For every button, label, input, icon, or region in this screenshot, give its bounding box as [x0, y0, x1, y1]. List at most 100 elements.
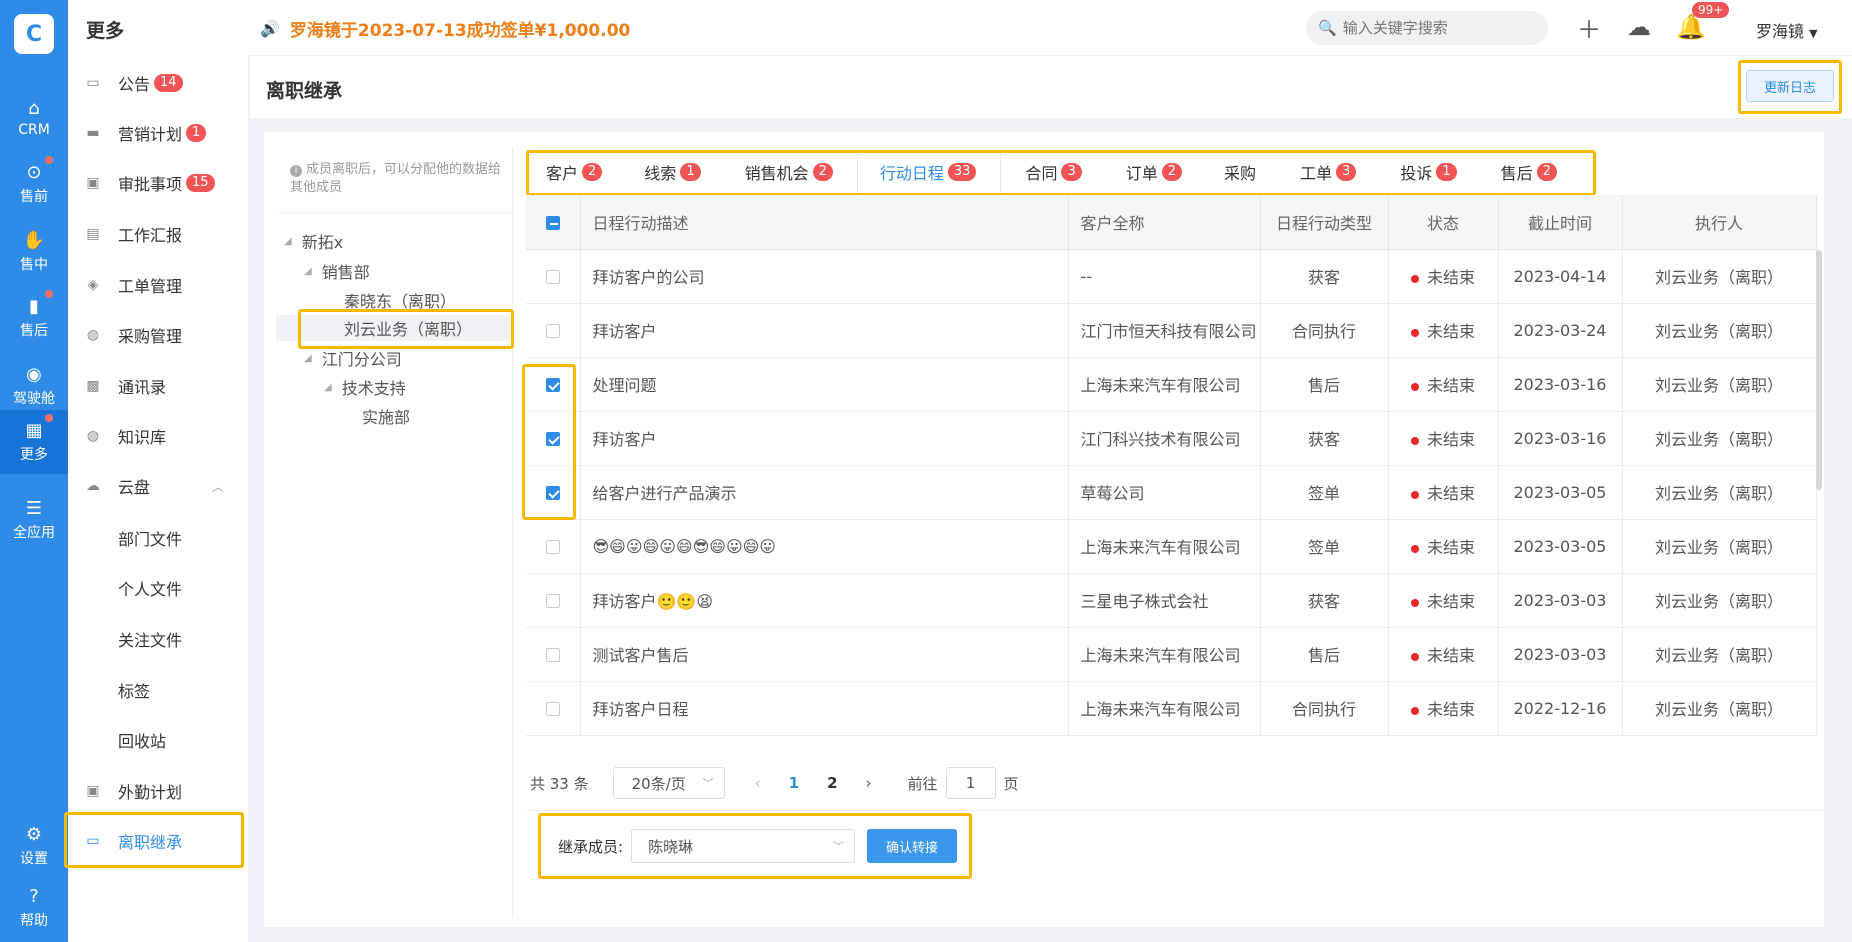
menu-item-contacts[interactable]: ▩ 通讯录 — [68, 366, 248, 406]
cell-due: 2023-03-24 — [1498, 303, 1623, 358]
row-checkbox-cell[interactable] — [526, 573, 581, 628]
menu-item-tags[interactable]: 标签 — [68, 670, 248, 710]
menu-item-report[interactable]: ▤ 工作汇报 — [68, 214, 248, 254]
row-checkbox-cell[interactable] — [526, 627, 581, 682]
table-scrollbar[interactable] — [1816, 250, 1822, 490]
row-checkbox[interactable] — [545, 702, 560, 716]
col-header-due[interactable]: 截止时间 — [1498, 195, 1623, 250]
status-text: 未结束 — [1426, 484, 1475, 503]
col-header-owner[interactable]: 执行人 — [1622, 195, 1817, 250]
rail-label: 售后 — [20, 323, 48, 339]
page-size-value: 20条/页 — [631, 774, 686, 793]
tree-node-company[interactable]: ◢ 新拓x — [284, 228, 343, 254]
page-2[interactable]: 2 — [827, 774, 837, 792]
menu-item-personal-files[interactable]: 个人文件 — [68, 568, 248, 608]
table-row[interactable]: 拜访客户 江门市恒天科技有限公司 合同执行 未结束 2023-03-24 刘云业务（离职） — [526, 303, 1817, 358]
menu-item-announcement[interactable]: ▭ 公告 14 — [68, 63, 248, 103]
menu-item-knowledge[interactable]: ◍ 知识库 — [68, 416, 248, 456]
calendar-icon: ▣ — [86, 783, 100, 799]
next-page-icon[interactable]: › — [866, 774, 872, 792]
cell-owner: 刘云业务（离职） — [1622, 681, 1817, 736]
col-header-type[interactable]: 日程行动类型 — [1260, 195, 1389, 250]
row-checkbox-cell[interactable] — [526, 249, 581, 304]
table-row[interactable]: 😎😄😛😄😛😄😎😄😛😄😛 上海未来汽车有限公司 签单 未结束 2023-03-05 刘云业务… — [526, 519, 1817, 574]
col-header-customer[interactable]: 客户全称 — [1068, 195, 1261, 250]
menu-item-workorder[interactable]: ◈ 工单管理 — [68, 265, 248, 305]
rail-item-all-apps[interactable]: ☰ 全应用 — [0, 488, 68, 552]
notice-banner[interactable]: 🔊 罗海镜于2023-07-13成功签单¥1,000.00 — [260, 16, 630, 41]
highlight-frame — [538, 813, 972, 879]
table-row[interactable]: 处理问题 上海未来汽车有限公司 售后 未结束 2023-03-16 刘云业务（离职） — [526, 357, 1817, 412]
cell-owner: 刘云业务（离职） — [1622, 357, 1817, 412]
row-checkbox[interactable] — [545, 324, 560, 338]
cell-status: 未结束 — [1388, 519, 1499, 574]
table-row[interactable]: 拜访客户日程 上海未来汽车有限公司 合同执行 未结束 2022-12-16 刘云业务（离职… — [526, 681, 1817, 736]
menu-item-dept-files[interactable]: 部门文件 — [68, 518, 248, 558]
menu-item-approval[interactable]: ▣ 审批事项 15 — [68, 163, 248, 203]
table-header: 日程行动描述 客户全称 日程行动类型 状态 截止时间 执行人 — [526, 195, 1817, 250]
cell-desc: 😎😄😛😄😛😄😎😄😛😄😛 — [580, 519, 1069, 574]
col-header-desc[interactable]: 日程行动描述 — [580, 195, 1069, 250]
table-row[interactable]: 拜访客户 江门科兴技术有限公司 获客 未结束 2023-03-16 刘云业务（离职） — [526, 411, 1817, 466]
page-size-select[interactable]: 20条/页 ﹀ — [612, 767, 725, 799]
menu-label: 审批事项 — [118, 175, 183, 194]
cell-owner: 刘云业务（离职） — [1622, 303, 1817, 358]
rail-item-presale[interactable]: ⊙ 售前 — [0, 152, 68, 216]
rail-item-aftersale[interactable]: ▮ 售后 — [0, 286, 68, 350]
menu-item-followed-files[interactable]: 关注文件 — [68, 619, 248, 659]
menu-item-purchase[interactable]: ◍ 采购管理 — [68, 315, 248, 355]
prev-page-icon[interactable]: ‹ — [755, 774, 761, 792]
checkbox[interactable] — [545, 215, 560, 230]
row-checkbox[interactable] — [545, 540, 560, 554]
page-1[interactable]: 1 — [789, 774, 799, 792]
row-checkbox-cell[interactable] — [526, 681, 581, 736]
table-row[interactable]: 测试客户售后 上海未来汽车有限公司 售后 未结束 2023-03-03 刘云业务（离职） — [526, 627, 1817, 682]
plus-icon[interactable]: ＋ — [1574, 12, 1604, 44]
search-input[interactable] — [1342, 19, 1533, 37]
row-checkbox-cell[interactable] — [526, 519, 581, 574]
row-checkbox[interactable] — [545, 270, 560, 284]
grid-icon: ▦ — [23, 414, 53, 441]
tree-node-implementation[interactable]: 实施部 — [362, 403, 410, 429]
tree-node-tech-support[interactable]: ◢ 技术支持 — [324, 374, 406, 400]
goto-page-input[interactable]: 1 — [945, 767, 996, 799]
table-row[interactable]: 拜访客户的公司 -- 获客 未结束 2023-04-14 刘云业务（离职） — [526, 249, 1817, 304]
table-row[interactable]: 给客户进行产品演示 草莓公司 签单 未结束 2023-03-05 刘云业务（离职） — [526, 465, 1817, 520]
cloud-download-icon[interactable]: ☁ — [1624, 12, 1654, 42]
page-header: 离职继承 更新日志 — [250, 56, 1852, 118]
row-checkbox[interactable] — [545, 648, 560, 662]
rail-item-dashboard[interactable]: ◉ 驾驶舱 — [0, 354, 68, 418]
search-box[interactable]: 🔍 — [1306, 11, 1548, 45]
rail-label: 驾驶舱 — [13, 391, 55, 407]
cell-due: 2023-03-03 — [1498, 573, 1623, 628]
caret-down-icon: ◢ — [324, 381, 332, 393]
col-header-status[interactable]: 状态 — [1388, 195, 1499, 250]
cell-status: 未结束 — [1388, 681, 1499, 736]
shield-icon: ▮ — [23, 290, 53, 317]
rail-item-insale[interactable]: ✋ 售中 — [0, 220, 68, 284]
briefcase-icon: ▬ — [86, 125, 100, 141]
page-unit: 页 — [1003, 774, 1019, 793]
table-row[interactable]: 拜访客户🙂🙂😫 三星电子株式会社 获客 未结束 2023-03-03 刘云业务（离职） — [526, 573, 1817, 628]
cell-customer: 上海未来汽车有限公司 — [1068, 519, 1261, 574]
user-menu[interactable]: 罗海镜 ▼ — [1756, 18, 1818, 42]
menu-item-recycle[interactable]: 回收站 — [68, 720, 248, 760]
cell-customer: 三星电子株式会社 — [1068, 573, 1261, 628]
rail-item-crm[interactable]: ⌂ CRM — [0, 86, 68, 150]
rail-item-more[interactable]: ▦ 更多 — [0, 410, 68, 474]
pagination: 共 33 条 20条/页 ﹀ ‹ 1 2 › 前往 1 页 — [530, 766, 1019, 800]
tree-node-sales-dept[interactable]: ◢ 销售部 — [304, 258, 370, 284]
select-all-checkbox[interactable] — [526, 195, 581, 250]
tree-node-jiangmen[interactable]: ◢ 江门分公司 — [304, 345, 402, 371]
app-logo-icon[interactable]: C — [14, 14, 54, 54]
row-checkbox-cell[interactable] — [526, 303, 581, 358]
menu-item-marketing[interactable]: ▬ 营销计划 1 — [68, 113, 248, 153]
status-dot — [1410, 436, 1419, 445]
menu-item-field-plan[interactable]: ▣ 外勤计划 — [68, 771, 248, 811]
rail-item-help[interactable]: ? 帮助 — [0, 876, 68, 940]
menu-label: 关注文件 — [118, 631, 183, 650]
rail-item-settings[interactable]: ⚙ 设置 — [0, 814, 68, 878]
contact-icon: ▩ — [86, 378, 100, 394]
row-checkbox[interactable] — [545, 594, 560, 608]
menu-item-cloud[interactable]: ☁ 云盘 ︿ — [68, 466, 248, 506]
